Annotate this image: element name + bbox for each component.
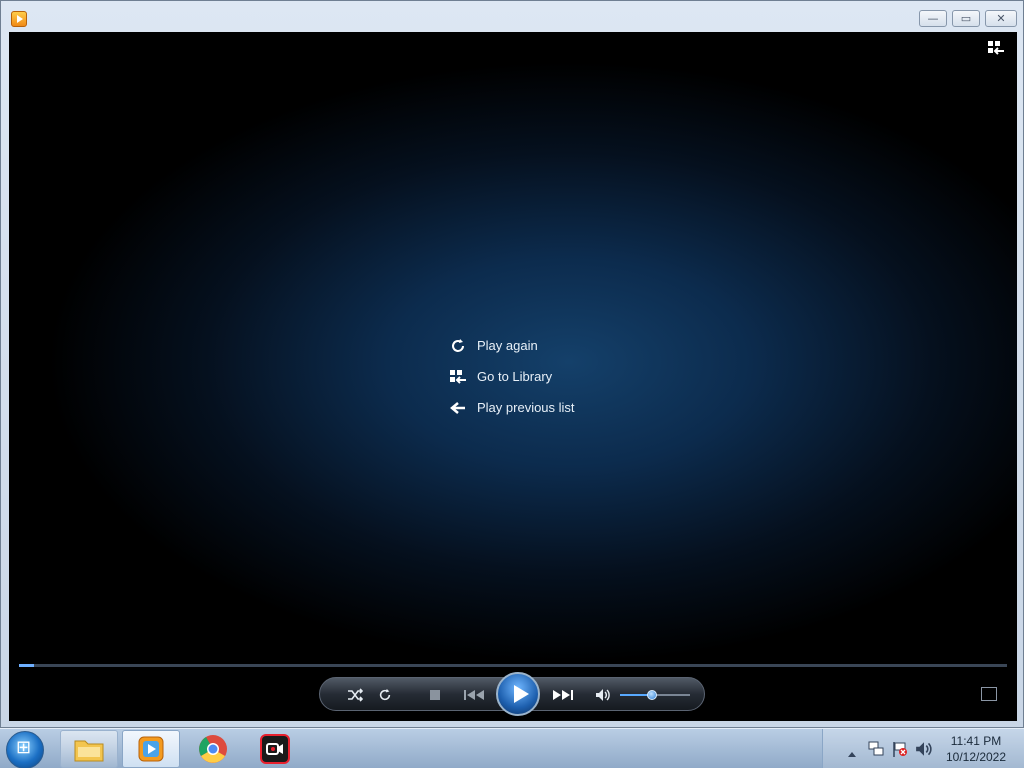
repeat-icon[interactable]	[374, 684, 396, 706]
seek-progress	[19, 664, 34, 667]
minimize-button[interactable]: —	[919, 10, 947, 27]
clock-time: 11:41 PM	[950, 734, 1002, 748]
volume-icon[interactable]	[915, 740, 933, 762]
windows-media-player-taskbar-icon[interactable]	[122, 730, 180, 768]
end-of-playback-menu: Play again Go to Library Play previous l…	[449, 330, 575, 423]
switch-to-library-icon[interactable]	[987, 40, 1005, 56]
title-bar[interactable]: — ▭ ✕	[1, 1, 1023, 31]
show-hidden-icons-icon[interactable]	[847, 743, 857, 762]
play-previous-list-label: Play previous list	[477, 400, 575, 415]
play-again-label: Play again	[477, 338, 538, 353]
shuffle-icon[interactable]	[344, 684, 366, 706]
taskbar: 11:41 PM 10/12/2022	[0, 728, 1024, 768]
refresh-icon	[449, 337, 467, 355]
start-button[interactable]	[6, 731, 44, 768]
next-icon[interactable]	[548, 684, 578, 706]
play-again-button[interactable]: Play again	[449, 330, 575, 361]
system-tray: 11:41 PM 10/12/2022	[822, 729, 1024, 768]
volume-thumb[interactable]	[646, 690, 657, 700]
volume-slider[interactable]	[620, 690, 690, 700]
maximize-button[interactable]: ▭	[952, 10, 980, 27]
screen-recorder-icon[interactable]	[246, 730, 304, 768]
mute-icon[interactable]	[592, 684, 614, 706]
windows-media-player-icon[interactable]	[11, 11, 27, 27]
chrome-icon[interactable]	[184, 730, 242, 768]
clock[interactable]: 11:41 PM 10/12/2022	[941, 733, 1011, 765]
stop-icon[interactable]	[424, 684, 446, 706]
network-icon[interactable]	[867, 740, 885, 762]
previous-icon[interactable]	[460, 684, 490, 706]
close-button[interactable]: ✕	[985, 10, 1017, 27]
now-playing-area: Play again Go to Library Play previous l…	[9, 32, 1017, 721]
library-icon	[449, 368, 467, 386]
action-center-flag-icon[interactable]	[891, 740, 909, 762]
file-explorer-icon[interactable]	[60, 730, 118, 768]
playback-controls	[319, 672, 705, 716]
clock-date: 10/12/2022	[945, 750, 1007, 764]
seek-bar[interactable]	[19, 664, 1007, 667]
back-arrow-icon	[449, 399, 467, 417]
play-previous-list-button[interactable]: Play previous list	[449, 392, 575, 423]
fullscreen-icon[interactable]	[981, 687, 997, 701]
go-to-library-label: Go to Library	[477, 369, 553, 384]
play-button[interactable]	[496, 672, 540, 716]
media-player-window: — ▭ ✕ Play again Go to Library Play prev…	[0, 0, 1024, 728]
go-to-library-button[interactable]: Go to Library	[449, 361, 575, 392]
